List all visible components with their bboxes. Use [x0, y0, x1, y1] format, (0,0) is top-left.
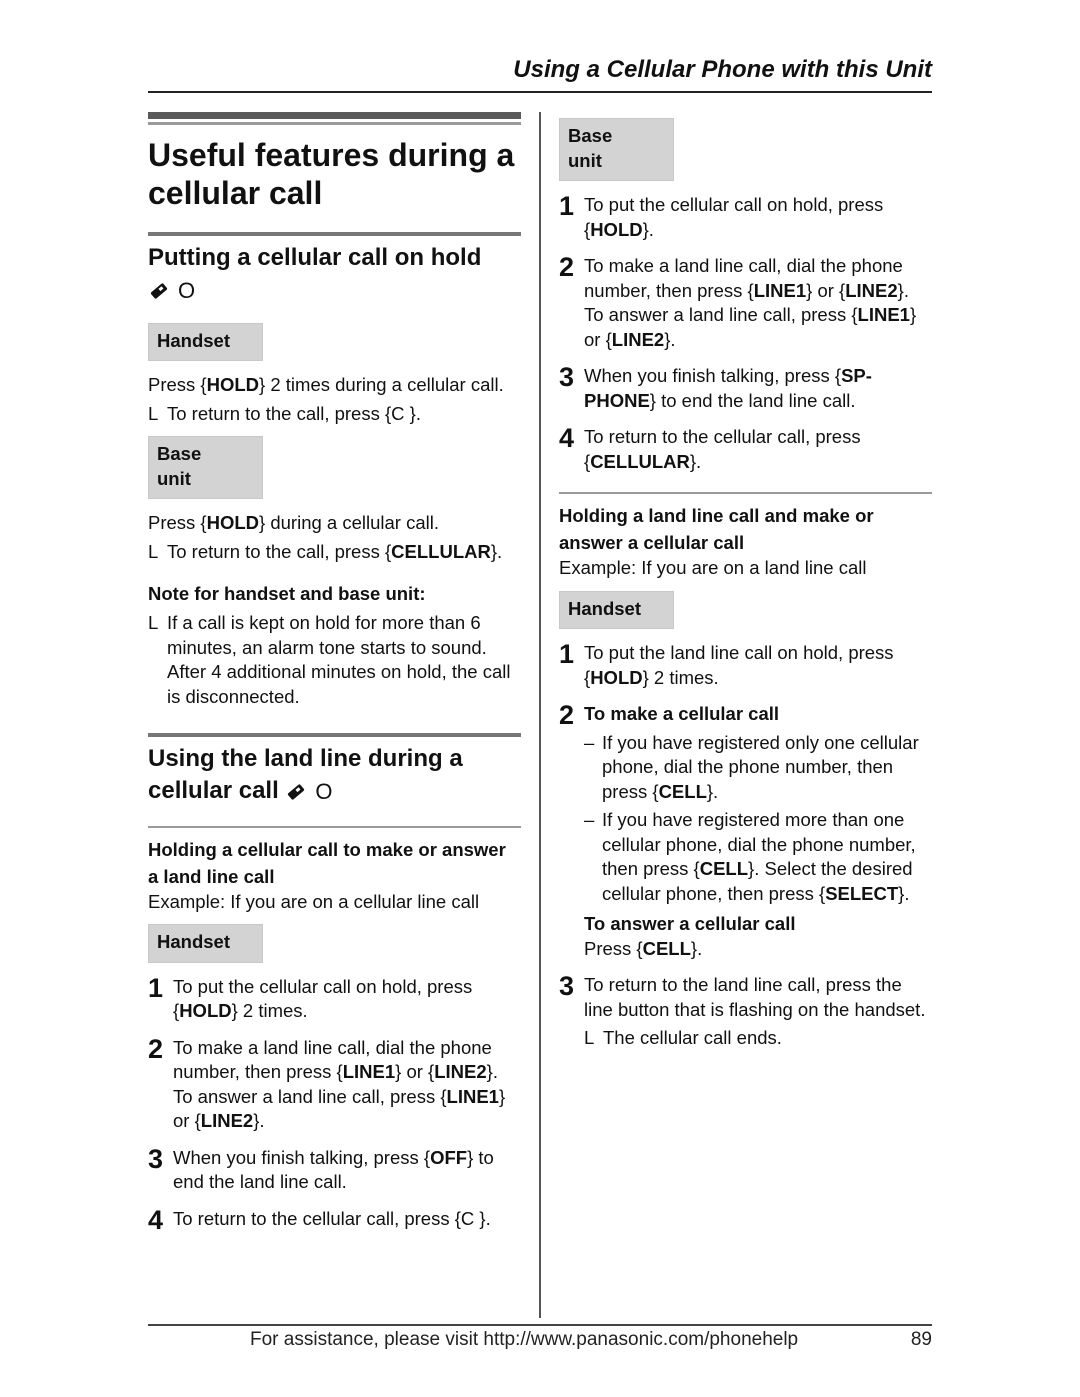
base-return-note: L To return to the call, press {CELLULAR}… [148, 540, 503, 562]
subsection-heading: Holding a cellular call to make or answe… [148, 838, 506, 887]
base-step-1: 1 To put the cellular call on hold, press… [559, 191, 884, 240]
answer-cellular-heading: To answer a cellular call [584, 913, 796, 934]
section-header-title: Using a Cellular Phone with this Unit [513, 56, 932, 83]
subsection-rule [148, 825, 521, 828]
make-cellular-heading: To make a cellular call [584, 703, 780, 724]
footer-rule [148, 1324, 932, 1326]
handset-hold-instruction: Press {HOLD} 2 times during a cellular c… [148, 374, 504, 396]
handset-step-3: 3 To return to the land line call, press… [559, 973, 932, 1051]
step-4: 4 To return to the cellular call, press {… [148, 1204, 491, 1235]
dash-item: – If you have registered only one cellula… [584, 731, 919, 802]
mode-indicator: O [178, 277, 196, 303]
landline-section-heading: Using the land line during a cellular ca… [148, 743, 521, 808]
section-bar [148, 232, 521, 236]
example-text: Example: If you are on a land line call [559, 557, 867, 578]
footer-assistance-text: For assistance, please visit http://www.… [250, 1329, 799, 1350]
hold-section-heading: Putting a cellular call on hold O [148, 242, 521, 307]
dash-item: – If you have registered more than one ce… [584, 809, 916, 904]
base-step-2: 2 To make a land line call, dial the phon… [559, 252, 917, 350]
cellular-phone-icon [288, 784, 305, 800]
hold-heading-text: Putting a cellular call on hold [148, 244, 482, 271]
handset-label: Handset [148, 322, 263, 362]
page-title: Useful features during a cellular call [148, 137, 515, 211]
hold-timeout-note: L If a call is kept on hold for more than… [148, 612, 511, 707]
cellular-phone-icon [150, 283, 168, 299]
handset-return-note: L To return to the call, press {C }. [148, 402, 421, 424]
base-unit-label: Base unit [559, 118, 674, 181]
right-column: Base unit 1 To put the cellular call on h… [559, 118, 932, 1051]
subsection-heading: Holding a land line call and make or ans… [559, 505, 874, 553]
base-step-4: 4 To return to the cellular call, press {… [559, 423, 861, 472]
handset-label: Handset [148, 924, 263, 963]
base-unit-label: Base unit [148, 436, 263, 500]
base-hold-instruction: Press {HOLD} during a cellular call. [148, 512, 439, 534]
section-bar [148, 733, 521, 738]
left-column: Useful features during a cellular call P… [148, 112, 521, 1234]
handset-step-2: 2 To make a cellular call – If you have r… [559, 702, 932, 961]
base-step-3: 3 When you finish talking, press {SP-PHON… [559, 362, 872, 411]
handset-label: Handset [559, 590, 674, 629]
header-rule [148, 91, 932, 93]
handset-step-1: 1 To put the land line call on hold, pres… [559, 639, 894, 688]
title-bar [148, 112, 521, 122]
column-divider [539, 112, 541, 1318]
step-2: 2 To make a land line call, dial the phon… [148, 1033, 506, 1132]
step-1: 1 To put the cellular call on hold, press… [148, 972, 473, 1022]
page-number: 89 [910, 1329, 932, 1350]
call-ends-note: L The cellular call ends. [584, 1027, 782, 1048]
answer-cellular-instruction: Press {CELL}. [584, 937, 703, 959]
step-3: 3 When you finish talking, press {OFF} to… [148, 1143, 494, 1193]
subsection-rule [559, 492, 932, 494]
note-heading: Note for handset and base unit: [148, 583, 426, 605]
example-text: Example: If you are on a cellular line c… [148, 890, 480, 912]
mode-indicator: O [315, 778, 333, 804]
